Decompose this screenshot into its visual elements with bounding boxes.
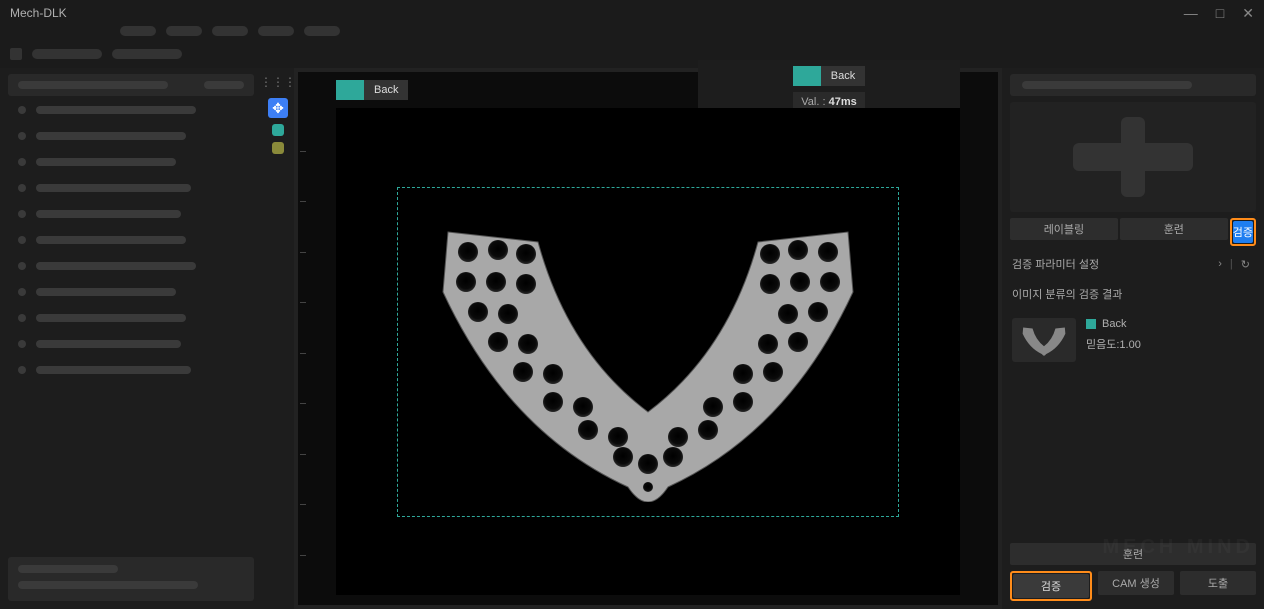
app-title: Mech-DLK [10, 6, 67, 20]
right-tabs: 레이블링 훈련 검증 [1010, 218, 1256, 246]
cam-button[interactable]: CAM 생성 [1098, 571, 1174, 595]
title-bar: Mech-DLK — □ ✕ [0, 0, 1264, 26]
list-item[interactable] [8, 98, 254, 122]
menu-item[interactable] [166, 26, 202, 36]
window-controls: — □ ✕ [1184, 5, 1254, 22]
secondary-item[interactable] [112, 49, 182, 59]
secondary-bar [0, 46, 1264, 68]
right-panel: 레이블링 훈련 검증 검증 파라미터 설정 › | ↻ 이미지 분류의 검증 결… [1002, 68, 1264, 609]
highlight-tab-validation: 검증 [1230, 218, 1256, 246]
menu-item[interactable] [212, 26, 248, 36]
minimize-icon[interactable]: — [1184, 5, 1198, 22]
bottom-button-row: 검증 CAM 생성 도출 [1010, 571, 1256, 601]
tab-training[interactable]: 훈련 [1120, 218, 1228, 240]
result-section-label: 이미지 분류의 검증 결과 [1010, 282, 1256, 306]
class-color-icon [793, 66, 821, 86]
menu-bar [0, 26, 1264, 46]
result-label: Back [1102, 318, 1126, 330]
tab-validation[interactable]: 검증 [1233, 221, 1253, 243]
part-image [408, 202, 888, 502]
olive-swatch-icon[interactable] [272, 142, 284, 154]
canvas-viewport[interactable]: Back Back Val. : 47ms [298, 72, 998, 605]
left-panel-header [8, 74, 254, 96]
placeholder [18, 81, 168, 89]
class-chip-left: Back [336, 80, 408, 100]
result-color-icon [1086, 319, 1096, 329]
class-label: Back [364, 80, 408, 100]
result-thumbnail [1012, 318, 1076, 362]
menu-item[interactable] [258, 26, 294, 36]
list-item[interactable] [8, 202, 254, 226]
canvas-info-bar: Back Back Val. : 47ms [336, 80, 960, 100]
menu-item[interactable] [120, 26, 156, 36]
highlight-validate-button: 검증 [1010, 571, 1092, 601]
chevron-right-icon[interactable]: › [1214, 258, 1226, 270]
list-item[interactable] [8, 228, 254, 252]
list-item[interactable] [8, 254, 254, 278]
tab-labeling[interactable]: 레이블링 [1010, 218, 1118, 240]
list-item[interactable] [8, 124, 254, 148]
maximize-icon[interactable]: □ [1216, 5, 1224, 22]
preview-area [1010, 102, 1256, 212]
train-button[interactable]: 훈련 [1010, 543, 1256, 565]
class-label: Back [821, 66, 865, 86]
list-item[interactable] [8, 150, 254, 174]
left-panel-footer [8, 557, 254, 601]
secondary-item[interactable] [10, 48, 22, 60]
canvas-area: Back Back Val. : 47ms [294, 68, 1002, 609]
right-panel-header [1010, 74, 1256, 96]
teal-swatch-icon[interactable] [272, 124, 284, 136]
menu-item[interactable] [304, 26, 340, 36]
secondary-item[interactable] [32, 49, 102, 59]
result-item[interactable]: Back 믿음도:1.00 [1010, 312, 1256, 368]
placeholder [204, 81, 244, 89]
class-color-icon [336, 80, 364, 100]
placeholder [1022, 81, 1192, 89]
list-item[interactable] [8, 176, 254, 200]
result-confidence: 믿음도:1.00 [1086, 336, 1141, 352]
left-panel [0, 68, 262, 609]
tool-strip: ⋮⋮⋮ ✥ [262, 68, 294, 609]
ruler-vertical [298, 100, 312, 605]
list-item[interactable] [8, 306, 254, 330]
move-tool-icon[interactable]: ✥ [268, 98, 288, 118]
param-settings-row[interactable]: 검증 파라미터 설정 › | ↻ [1010, 252, 1256, 276]
image-region [336, 108, 960, 595]
history-icon[interactable]: ↻ [1237, 258, 1254, 271]
grid-tool-icon[interactable]: ⋮⋮⋮ [268, 72, 288, 92]
list-item[interactable] [8, 358, 254, 382]
roi-box[interactable] [397, 187, 899, 517]
list-item[interactable] [8, 332, 254, 356]
list-item[interactable] [8, 280, 254, 304]
preview-shape-icon [1073, 117, 1193, 197]
close-icon[interactable]: ✕ [1242, 5, 1254, 22]
export-button[interactable]: 도출 [1180, 571, 1256, 595]
class-chip-right: Back [793, 66, 865, 86]
param-settings-label: 검증 파라미터 설정 [1012, 256, 1099, 272]
validate-button[interactable]: 검증 [1013, 574, 1089, 598]
